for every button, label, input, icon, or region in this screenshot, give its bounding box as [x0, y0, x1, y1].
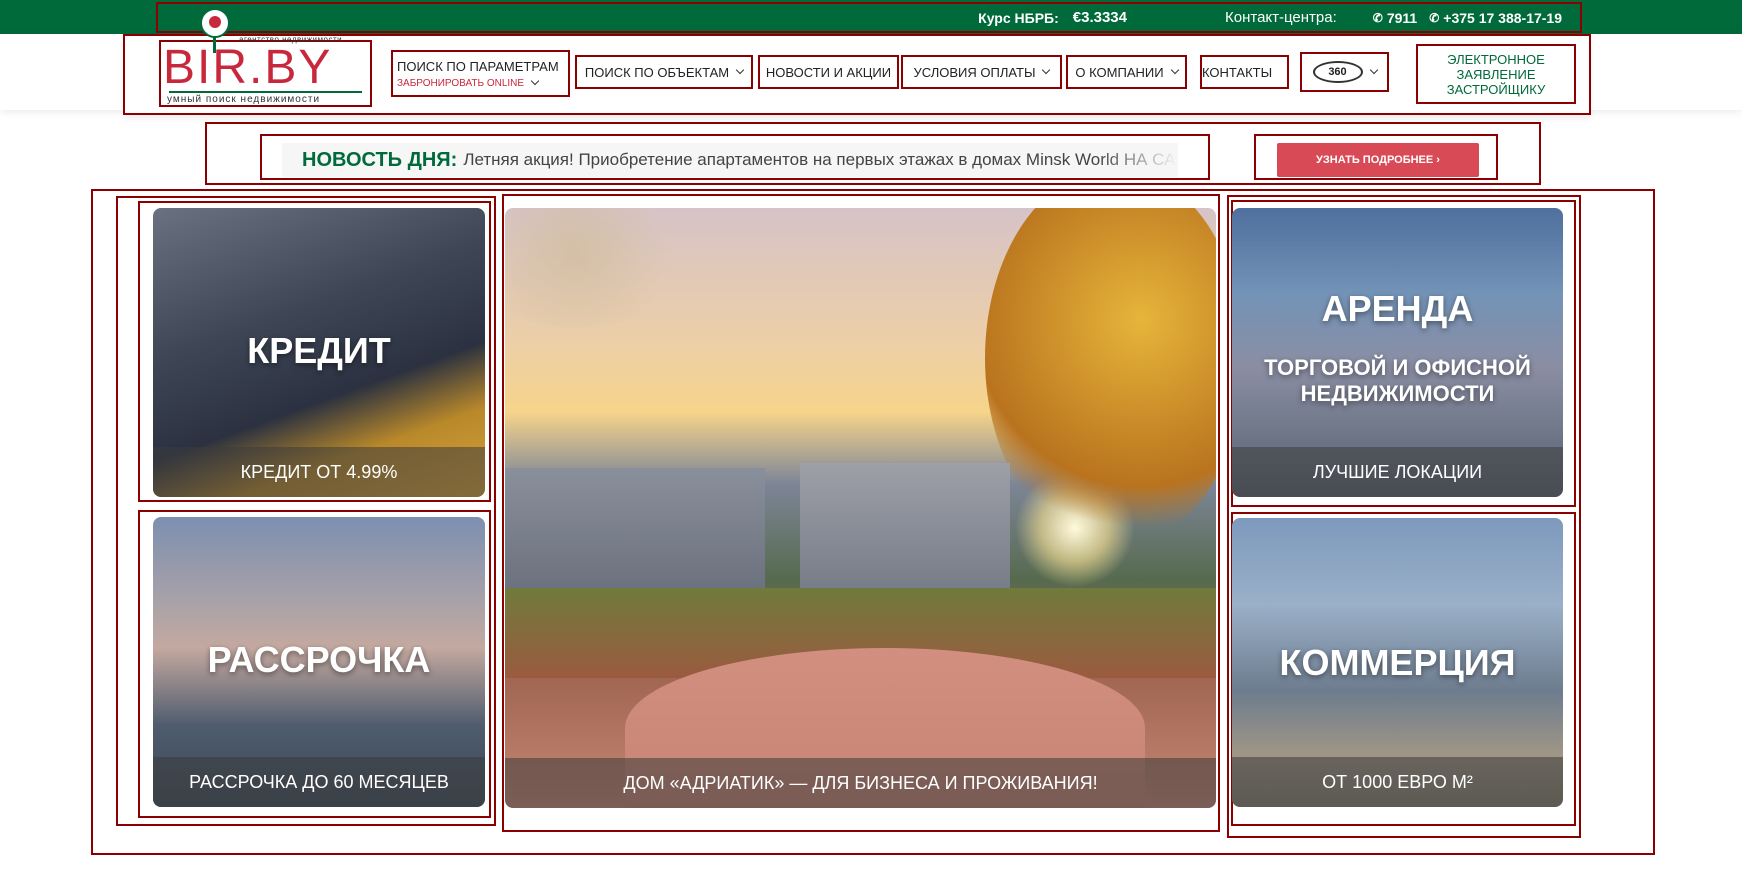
commerce-title: КОММЕРЦИЯ	[1279, 642, 1516, 683]
tour-label: 360	[1328, 66, 1347, 78]
logo-divider	[169, 91, 362, 93]
phone-full-link[interactable]: ✆ +375 17 388-17-19	[1429, 10, 1562, 26]
cloud	[505, 208, 685, 328]
nav-about-label: О КОМПАНИИ	[1075, 64, 1164, 80]
news-text: Летняя акция! Приобретение апартаментов …	[463, 150, 1176, 169]
nav-news-label: НОВОСТИ И АКЦИИ	[765, 64, 892, 80]
contact-center-label: Контакт-центра:	[1225, 9, 1337, 26]
rent-title: АРЕНДА	[1321, 288, 1474, 329]
nav-contacts-label: КОНТАКТЫ	[1202, 64, 1273, 80]
site-logo[interactable]: агентство недвижимости BIR.BY умный поис…	[159, 8, 372, 107]
top-bar: Курс НБРБ: €3.3334 Контакт-центра: ✆ 791…	[0, 0, 1742, 34]
top-bar-content: Курс НБРБ: €3.3334 Контакт-центра: ✆ 791…	[156, 2, 1582, 33]
adriatic-card[interactable]: ДОМ «АДРИАТИК» — ДЛЯ БИЗНЕСА И ПРОЖИВАНИ…	[505, 208, 1216, 808]
commerce-footer: ОТ 1000 ЕВРО М²	[1232, 757, 1563, 807]
nav-payment-label: УСЛОВИЯ ОПЛАТЫ	[913, 64, 1036, 80]
phone-short-number: 7911	[1386, 9, 1418, 26]
nav-search-label: ПОИСК ПО ПАРАМЕТРАМ	[397, 58, 559, 74]
phone-icon: ✆	[1429, 10, 1440, 25]
logo-text: BIR.BY	[163, 41, 333, 94]
chevron-down-icon	[1170, 65, 1179, 75]
rent-footer: ЛУЧШИЕ ЛОКАЦИИ	[1232, 447, 1563, 497]
rent-subtitle: ТОРГОВОЙ И ОФИСНОЙ НЕДВИЖИМОСТИ	[1264, 355, 1531, 406]
exchange-rate-value: €3.3334	[1072, 9, 1127, 26]
nav-about[interactable]: О КОМПАНИИ	[1066, 55, 1187, 89]
installment-footer: РАССРОЧКА ДО 60 МЕСЯЦЕВ	[153, 757, 485, 807]
tree-foliage	[985, 208, 1216, 548]
phone-icon: ✆	[1372, 10, 1383, 25]
chevron-down-icon	[530, 76, 540, 86]
nav-search-objects[interactable]: ПОИСК ПО ОБЪЕКТАМ	[575, 55, 753, 89]
adriatic-footer: ДОМ «АДРИАТИК» — ДЛЯ БИЗНЕСА И ПРОЖИВАНИ…	[505, 758, 1216, 808]
credit-title: КРЕДИТ	[247, 330, 391, 371]
chevron-down-icon	[1369, 65, 1378, 75]
installment-card[interactable]: РАССРОЧКА РАССРОЧКА ДО 60 МЕСЯЦЕВ	[153, 517, 485, 807]
rent-card[interactable]: АРЕНДА ТОРГОВОЙ И ОФИСНОЙ НЕДВИЖИМОСТИ Л…	[1232, 208, 1563, 497]
nav-application-label: ЭЛЕКТРОННОЕ ЗАЯВЛЕНИЕ ЗАСТРОЙЩИКУ	[1446, 51, 1546, 97]
building-left	[505, 468, 765, 598]
news-label: НОВОСТЬ ДНЯ:	[302, 148, 458, 171]
learn-more-button[interactable]: УЗНАТЬ ПОДРОБНЕЕ ›	[1277, 143, 1479, 177]
nav-developer-application[interactable]: ЭЛЕКТРОННОЕ ЗАЯВЛЕНИЕ ЗАСТРОЙЩИКУ	[1416, 44, 1576, 104]
exchange-rate-label: Курс НБРБ:	[978, 9, 1059, 26]
chevron-down-icon	[735, 65, 745, 75]
commerce-card[interactable]: КОММЕРЦИЯ ОТ 1000 ЕВРО М²	[1232, 518, 1563, 807]
nav-news[interactable]: НОВОСТИ И АКЦИИ	[758, 55, 899, 89]
installment-title: РАССРОЧКА	[207, 639, 431, 680]
credit-card[interactable]: КРЕДИТ КРЕДИТ ОТ 4.99%	[153, 208, 485, 497]
chevron-down-icon	[1042, 65, 1051, 75]
nav-book-label: ЗАБРОНИРОВАТЬ ONLINE	[397, 77, 525, 89]
nav-payment-terms[interactable]: УСЛОВИЯ ОПЛАТЫ	[901, 55, 1062, 89]
phone-full-number: +375 17 388-17-19	[1443, 9, 1562, 26]
logo-tagline: умный поиск недвижимости	[167, 94, 321, 105]
news-ticker[interactable]: НОВОСТЬ ДНЯ: Летняя акция! Приобретение …	[282, 143, 1178, 177]
360-icon: 360	[1312, 61, 1363, 83]
nav-objects-label: ПОИСК ПО ОБЪЕКТАМ	[584, 64, 730, 80]
building-right	[800, 463, 1010, 598]
phone-short-link[interactable]: ✆ 7911	[1373, 10, 1417, 26]
nav-360-tour[interactable]: 360	[1300, 52, 1389, 92]
nav-book-online[interactable]: ЗАБРОНИРОВАТЬ ONLINE	[397, 76, 540, 89]
nav-contacts[interactable]: КОНТАКТЫ	[1200, 55, 1289, 89]
credit-footer: КРЕДИТ ОТ 4.99%	[153, 447, 485, 497]
news-fade	[1098, 143, 1178, 177]
nav-search-parameters[interactable]: ПОИСК ПО ПАРАМЕТРАМ ЗАБРОНИРОВАТЬ ONLINE	[391, 50, 570, 97]
location-pin-icon	[200, 8, 230, 38]
